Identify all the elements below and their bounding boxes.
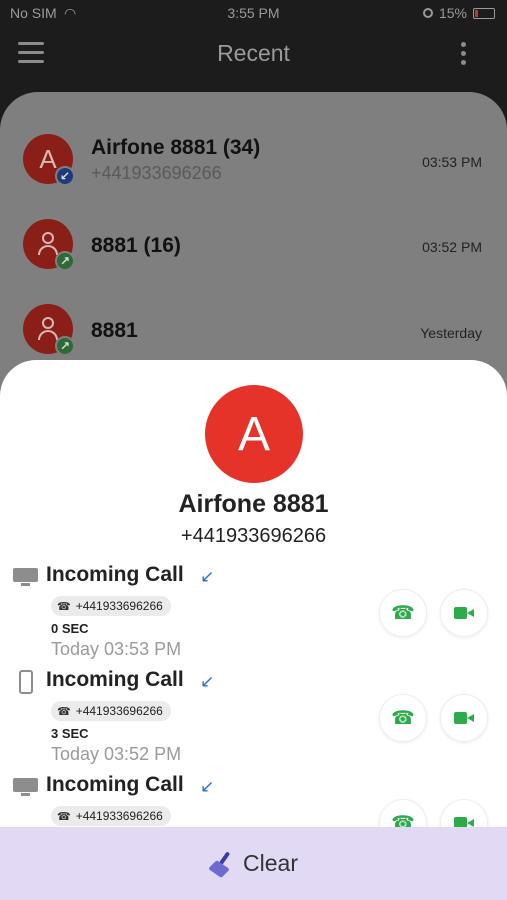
status-right: 15% — [422, 5, 495, 21]
audio-call-button[interactable]: ☎ — [379, 694, 427, 742]
incoming-call-icon: ↙ — [200, 672, 215, 691]
call-detail-sheet: A Airfone 8881 +441933696266 Incoming Ca… — [0, 360, 507, 900]
call-log-entry: Incoming Call ↙ ☎ +441933696266 0 SEC To… — [0, 563, 507, 668]
incoming-call-icon: ↙ — [200, 567, 215, 586]
chip-number: +441933696266 — [75, 704, 163, 718]
incoming-call-icon: ↙ — [200, 777, 215, 796]
person-icon — [37, 317, 59, 341]
number-chip: ☎ +441933696266 — [51, 806, 171, 826]
desktop-icon — [13, 568, 38, 586]
call-type: Incoming Call — [46, 773, 184, 796]
broom-icon — [208, 850, 235, 878]
status-bar: No SIM ◠ 3:55 PM 15% — [0, 0, 507, 28]
list-item[interactable]: ↗ 8881 (16) 03:52 PM — [0, 207, 507, 287]
avatar: ↗ — [23, 219, 75, 271]
call-time: Today 03:52 PM — [51, 744, 182, 764]
call-duration: 0 SEC — [51, 621, 89, 636]
call-time: Yesterday — [420, 325, 482, 341]
avatar-letter: A — [39, 143, 57, 174]
clear-button[interactable]: Clear — [0, 827, 507, 900]
app-bar: Recent — [0, 28, 507, 78]
number-chip: ☎ +441933696266 — [51, 701, 171, 721]
outgoing-call-icon: ↗ — [55, 336, 75, 356]
call-time: 03:53 PM — [422, 154, 482, 170]
call-log-entry: Incoming Call ↙ ☎ +441933696266 3 SEC To… — [0, 668, 507, 773]
chip-number: +441933696266 — [75, 599, 163, 613]
call-time: 03:52 PM — [422, 239, 482, 255]
desktop-icon — [13, 778, 38, 796]
video-call-button[interactable] — [440, 694, 488, 742]
chip-number: +441933696266 — [75, 809, 163, 823]
call-duration: 3 SEC — [51, 726, 89, 741]
person-icon — [37, 232, 59, 256]
avatar: ↗ — [23, 304, 75, 356]
phone-icon: ☎ — [391, 707, 415, 729]
battery-icon — [473, 7, 495, 19]
page-title: Recent — [217, 40, 290, 66]
clear-label: Clear — [243, 850, 298, 876]
mobile-phone-icon — [19, 670, 33, 694]
rotation-lock-icon — [422, 8, 433, 18]
video-call-button[interactable] — [440, 589, 488, 637]
audio-call-button[interactable]: ☎ — [379, 589, 427, 637]
avatar: A ↙ — [23, 134, 75, 186]
video-camera-icon — [454, 607, 474, 619]
phone-icon: ☎ — [57, 600, 71, 613]
number-chip: ☎ +441933696266 — [51, 596, 171, 616]
contact-name: Airfone 8881 (34) — [91, 136, 261, 159]
contact-name: 8881 — [91, 319, 138, 342]
battery-percent: 15% — [438, 5, 467, 21]
outgoing-call-icon: ↗ — [55, 251, 75, 271]
avatar-letter: A — [237, 407, 270, 461]
detail-contact-number: +441933696266 — [180, 525, 327, 547]
list-item[interactable]: A ↙ Airfone 8881 (34) +441933696266 03:5… — [0, 122, 507, 202]
call-type: Incoming Call — [46, 668, 184, 691]
phone-icon: ☎ — [57, 705, 71, 718]
contact-avatar: A — [205, 385, 303, 483]
video-camera-icon — [454, 712, 474, 724]
more-options-icon[interactable] — [461, 42, 467, 69]
contact-number: +441933696266 — [91, 163, 222, 183]
incoming-call-icon: ↙ — [55, 166, 75, 186]
phone-icon: ☎ — [391, 602, 415, 624]
call-time: Today 03:53 PM — [51, 639, 182, 659]
call-type: Incoming Call — [46, 563, 184, 586]
contact-name: 8881 (16) — [91, 234, 181, 257]
phone-icon: ☎ — [57, 810, 71, 823]
detail-contact-name: Airfone 8881 — [178, 490, 329, 518]
